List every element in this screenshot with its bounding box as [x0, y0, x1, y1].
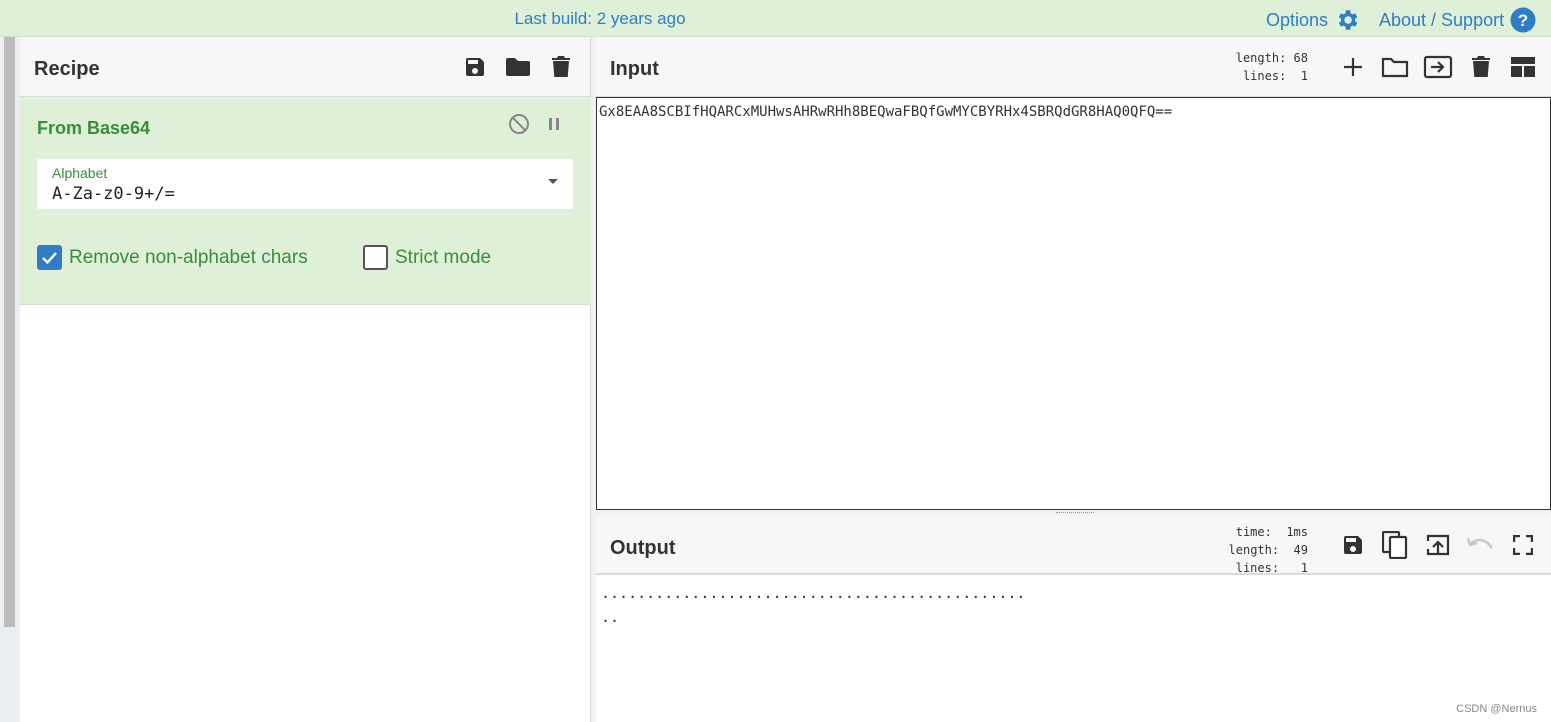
scrollbar[interactable] [4, 37, 15, 627]
input-folder-icon [1423, 55, 1453, 79]
about-support-label: About / Support [1379, 9, 1505, 30]
output-lines-value: 1 [1300, 561, 1308, 575]
reset-layout-button[interactable] [1508, 52, 1538, 82]
trash-icon [552, 56, 570, 77]
operations-panel-edge [0, 37, 20, 722]
trash-icon [1472, 56, 1490, 77]
add-input-tab-button[interactable] [1338, 52, 1368, 82]
save-recipe-button[interactable] [460, 52, 490, 82]
folder-open-icon [1381, 57, 1409, 78]
layout-icon [1511, 57, 1535, 77]
recipe-panel: Recipe From Base64 Alphabet A-Za-z0-9+/= [20, 37, 591, 722]
replace-input-with-output-button[interactable] [1423, 530, 1453, 560]
clear-recipe-button[interactable] [546, 52, 576, 82]
strict-mode-label: Strict mode [395, 246, 492, 268]
remove-nonalphabet-label: Remove non-alphabet chars [69, 246, 308, 268]
input-length-value: 68 [1293, 51, 1308, 65]
save-icon [466, 58, 484, 76]
operation-name: From Base64 [37, 118, 151, 138]
recipe-title: Recipe [34, 58, 100, 80]
strict-mode-checkbox[interactable]: Strict mode [363, 245, 491, 270]
input-header: Input length: 68 lines: 1 [596, 37, 1551, 97]
pause-icon [549, 118, 559, 130]
top-banner: Last build: 2 years ago Options About / … [0, 0, 1551, 37]
disable-operation-button[interactable] [504, 109, 534, 139]
recipe-header: Recipe [20, 37, 590, 97]
output-title: Output [610, 537, 676, 559]
input-lines-value: 1 [1300, 69, 1308, 83]
options-link[interactable]: Options [1266, 7, 1360, 33]
input-lines-label: lines: [1242, 69, 1287, 83]
operation-from-base64: From Base64 Alphabet A-Za-z0-9+/= Remove… [20, 97, 591, 305]
alphabet-label: Alphabet [52, 165, 108, 181]
chevron-down-icon [548, 179, 558, 184]
copy-output-button[interactable] [1380, 530, 1410, 560]
fullscreen-icon [1513, 535, 1533, 555]
open-input-file-button[interactable] [1380, 52, 1410, 82]
clear-input-button[interactable] [1466, 52, 1496, 82]
checkbox-unchecked-icon [363, 245, 388, 270]
output-panel: Output time: 1ms length: 49 lines: 1 ...… [596, 516, 1551, 722]
output-length-value: 49 [1293, 543, 1308, 557]
output-lines-label: lines: [1235, 561, 1280, 575]
output-textarea[interactable]: ........................................… [596, 574, 1551, 722]
input-stats: length: 68 lines: 1 [1232, 49, 1308, 85]
maximise-output-button[interactable] [1508, 530, 1538, 560]
pause-operation-button[interactable] [539, 109, 569, 139]
load-recipe-button[interactable] [503, 52, 533, 82]
alphabet-select[interactable]: Alphabet A-Za-z0-9+/= [37, 159, 573, 209]
undo-button [1466, 530, 1496, 560]
open-input-folder-button[interactable] [1423, 52, 1453, 82]
output-line: ........................................… [601, 584, 1026, 602]
upload-icon [1426, 534, 1450, 556]
input-panel: Input length: 68 lines: 1 Gx8EAA8SCBIfHQ… [596, 37, 1551, 510]
copy-icon [1382, 531, 1408, 559]
input-length-label: length: [1235, 51, 1287, 65]
remove-nonalphabet-checkbox[interactable]: Remove non-alphabet chars [37, 245, 308, 270]
checkbox-checked-icon [37, 245, 62, 270]
folder-icon [506, 58, 530, 76]
options-label: Options [1266, 9, 1329, 30]
watermark: CSDN @Nernus [1456, 703, 1537, 715]
alphabet-value: A-Za-z0-9+/= [52, 184, 175, 204]
output-length-label: length: [1228, 543, 1280, 557]
about-support-link[interactable]: About / Support ? [1379, 7, 1536, 33]
output-time-label: time: [1235, 525, 1272, 539]
output-line: .. [601, 608, 620, 626]
input-title: Input [610, 58, 659, 80]
save-output-button[interactable] [1338, 530, 1368, 560]
grip-dots [1056, 512, 1094, 514]
output-stats: time: 1ms length: 49 lines: 1 [1214, 523, 1308, 577]
svg-text:?: ? [1518, 11, 1528, 30]
undo-icon [1467, 537, 1493, 549]
gear-icon [1338, 10, 1358, 30]
input-textarea[interactable]: Gx8EAA8SCBIfHQARCxMUHwsAHRwRHh8BEQwaFBQf… [596, 97, 1551, 510]
save-icon [1344, 536, 1362, 554]
disable-icon [509, 114, 529, 134]
plus-icon [1344, 58, 1362, 76]
output-header: Output time: 1ms length: 49 lines: 1 [596, 516, 1551, 577]
output-time-value: 1ms [1286, 525, 1308, 539]
help-icon: ? [1510, 7, 1536, 33]
last-build-text: Last build: 2 years ago [514, 9, 686, 28]
